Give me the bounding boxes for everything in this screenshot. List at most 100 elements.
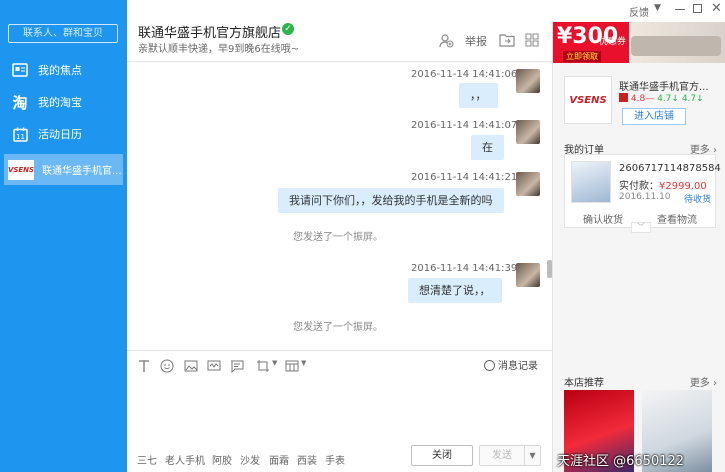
- quick-reply-icon[interactable]: [230, 359, 244, 374]
- message-time: 2016-11-14 14:41:39: [411, 263, 518, 274]
- shop-subtitle: 亲默认顺丰快递，早9到晚6在线哦~: [138, 44, 300, 55]
- shop-logo[interactable]: VSENS: [564, 76, 612, 124]
- page-title: 联通华盛手机官方旗舰店: [138, 26, 282, 41]
- quick-phrase[interactable]: 面霜: [269, 452, 289, 467]
- shop-ratings: 4.8— 4.7↓ 4.7↓: [619, 93, 704, 104]
- paid-label: 实付款：: [619, 181, 659, 192]
- coupon-label: 优惠券: [599, 37, 627, 47]
- message-time: 2016-11-14 14:41:07: [411, 120, 518, 131]
- coupon-banner[interactable]: ¥300 优惠券 立即领取: [553, 22, 725, 63]
- chat-header: 联通华盛手机官方旗舰店 ✓ 亲默认顺丰快递，早9到晚6在线哦~ 举报: [127, 0, 552, 62]
- font-icon[interactable]: [137, 359, 151, 373]
- quick-phrase[interactable]: 西装: [297, 452, 317, 467]
- rating-value: 4.7: [681, 94, 697, 104]
- send-label: 发送: [492, 450, 512, 461]
- sidebar-item-label: 我的焦点: [38, 64, 82, 77]
- taobao-icon: 淘: [12, 93, 28, 112]
- arrow-up-icon: —: [645, 94, 655, 104]
- sidebar-item-label: 活动日历: [38, 128, 82, 141]
- history-label: 消息记录: [498, 361, 538, 372]
- avatar: [516, 69, 540, 93]
- message-time: 2016-11-14 14:41:06: [411, 69, 518, 80]
- grid-apps-icon[interactable]: [525, 33, 541, 49]
- view-logistics-button[interactable]: 查看物流: [657, 211, 697, 226]
- order-paid: 实付款：¥2999.00: [619, 177, 707, 192]
- window-controls: 反馈 ▼ ✕: [552, 0, 725, 22]
- quick-phrase[interactable]: 三七: [137, 452, 157, 467]
- clock-icon: [484, 360, 495, 371]
- quick-phrase[interactable]: 沙发: [240, 452, 260, 467]
- chat-messages[interactable]: 2016-11-14 14:41:06 ，， 2016-11-14 14:41:…: [127, 62, 552, 350]
- screenshot-icon[interactable]: [256, 359, 270, 373]
- table-icon[interactable]: [285, 359, 299, 373]
- add-contact-icon[interactable]: [438, 33, 454, 49]
- send-options-icon[interactable]: ▼: [524, 446, 540, 465]
- svg-text:11: 11: [16, 133, 25, 141]
- message-bubble[interactable]: 在: [471, 135, 504, 160]
- enter-shop-button[interactable]: 进入店铺: [622, 108, 686, 125]
- shop-name[interactable]: 联通华盛手机官方...: [619, 78, 709, 93]
- system-notice: 您发送了一个振屏。: [293, 322, 383, 333]
- order-date: 2016.11.10: [619, 192, 671, 202]
- avatar: [516, 172, 540, 196]
- expand-icon[interactable]: ﹀: [631, 222, 651, 233]
- watermark: 天涯社区 @6650122: [557, 454, 685, 469]
- image-icon[interactable]: [184, 359, 198, 373]
- sidebar-item-taobao[interactable]: 淘 我的淘宝: [0, 89, 127, 115]
- close-button[interactable]: 关闭: [411, 445, 473, 466]
- quick-phrase[interactable]: 老人手机: [165, 452, 205, 467]
- recommend-title: 本店推荐: [564, 378, 604, 389]
- focus-icon: [12, 62, 28, 78]
- arrow-down-icon: ↓: [671, 94, 679, 104]
- sidebar-chat-active[interactable]: VSENS 联通华盛手机官...: [4, 154, 123, 185]
- verified-icon: ✓: [282, 23, 294, 35]
- system-notice: 您发送了一个振屏。: [293, 232, 383, 243]
- confirm-receipt-button[interactable]: 确认收货: [583, 211, 623, 226]
- shop-info-panel: ¥300 优惠券 立即领取 VSENS 联通华盛手机官方... 4.8— 4.7…: [552, 22, 725, 472]
- chevron-right-icon: ›: [709, 378, 717, 389]
- message-time: 2016-11-14 14:41:21: [411, 172, 518, 183]
- order-status: 待收货: [683, 195, 711, 205]
- message-history-button[interactable]: 消息记录: [484, 357, 538, 372]
- coupon-cta: 立即领取: [563, 51, 601, 62]
- more-label: 更多: [689, 378, 710, 389]
- message-bubble[interactable]: ，，: [459, 83, 498, 108]
- chevron-down-icon[interactable]: ▼: [301, 359, 306, 367]
- send-button[interactable]: 发送 ▼: [479, 445, 541, 466]
- order-number: 2606717114878584: [619, 163, 721, 174]
- minimize-icon[interactable]: [675, 9, 685, 10]
- chat-label: 联通华盛手机官...: [42, 166, 122, 177]
- message-input-area[interactable]: ▼ ▼ 消息记录 三七 老人手机 阿胶 沙发 面霜 西装 手表 关闭 发送 ▼: [127, 350, 552, 472]
- avatar: [516, 120, 540, 144]
- calendar-icon: 11: [12, 126, 28, 142]
- paid-value: ¥2999.00: [659, 181, 707, 192]
- shake-icon[interactable]: [207, 359, 221, 373]
- emoji-icon[interactable]: [160, 359, 174, 373]
- shop-logo: VSENS: [8, 159, 34, 180]
- sidebar-item-label: 我的淘宝: [38, 96, 82, 109]
- contact-search-input[interactable]: 联系人、群和宝贝: [8, 24, 118, 43]
- shop-card: VSENS 联通华盛手机官方... 4.8— 4.7↓ 4.7↓ 进入店铺: [564, 76, 718, 126]
- sidebar: 联系人、群和宝贝 我的焦点 淘 我的淘宝 11 活动日历 VSENS 联通华盛手…: [0, 0, 127, 472]
- app-window: 联系人、群和宝贝 我的焦点 淘 我的淘宝 11 活动日历 VSENS 联通华盛手…: [0, 0, 725, 472]
- order-card[interactable]: 2606717114878584 实付款：¥2999.00 2016.11.10…: [564, 154, 721, 228]
- rating-value: 4.8: [630, 94, 646, 104]
- dropdown-icon[interactable]: ▼: [654, 3, 661, 13]
- quick-phrase[interactable]: 手表: [325, 452, 345, 467]
- maximize-icon[interactable]: [693, 4, 702, 13]
- quick-phrase[interactable]: 阿胶: [212, 452, 232, 467]
- close-icon[interactable]: ✕: [711, 1, 722, 16]
- message-bubble[interactable]: 想清楚了说，，: [408, 278, 502, 303]
- message-bubble[interactable]: 我请问下你们，，发给我的手机是全新的吗: [278, 188, 504, 213]
- file-transfer-icon[interactable]: [499, 33, 515, 49]
- feedback-link[interactable]: 反馈: [629, 4, 649, 19]
- chevron-down-icon[interactable]: ▼: [272, 359, 277, 367]
- arrow-down-icon: ↓: [696, 94, 704, 104]
- sofa-image: [631, 36, 721, 56]
- sidebar-item-calendar[interactable]: 11 活动日历: [0, 121, 127, 147]
- recommend-more-link[interactable]: 更多 ›: [690, 374, 717, 389]
- product-image: [571, 161, 611, 203]
- report-button[interactable]: 举报: [465, 33, 487, 49]
- sidebar-item-focus[interactable]: 我的焦点: [0, 57, 127, 83]
- rating-value: 4.7: [657, 94, 672, 104]
